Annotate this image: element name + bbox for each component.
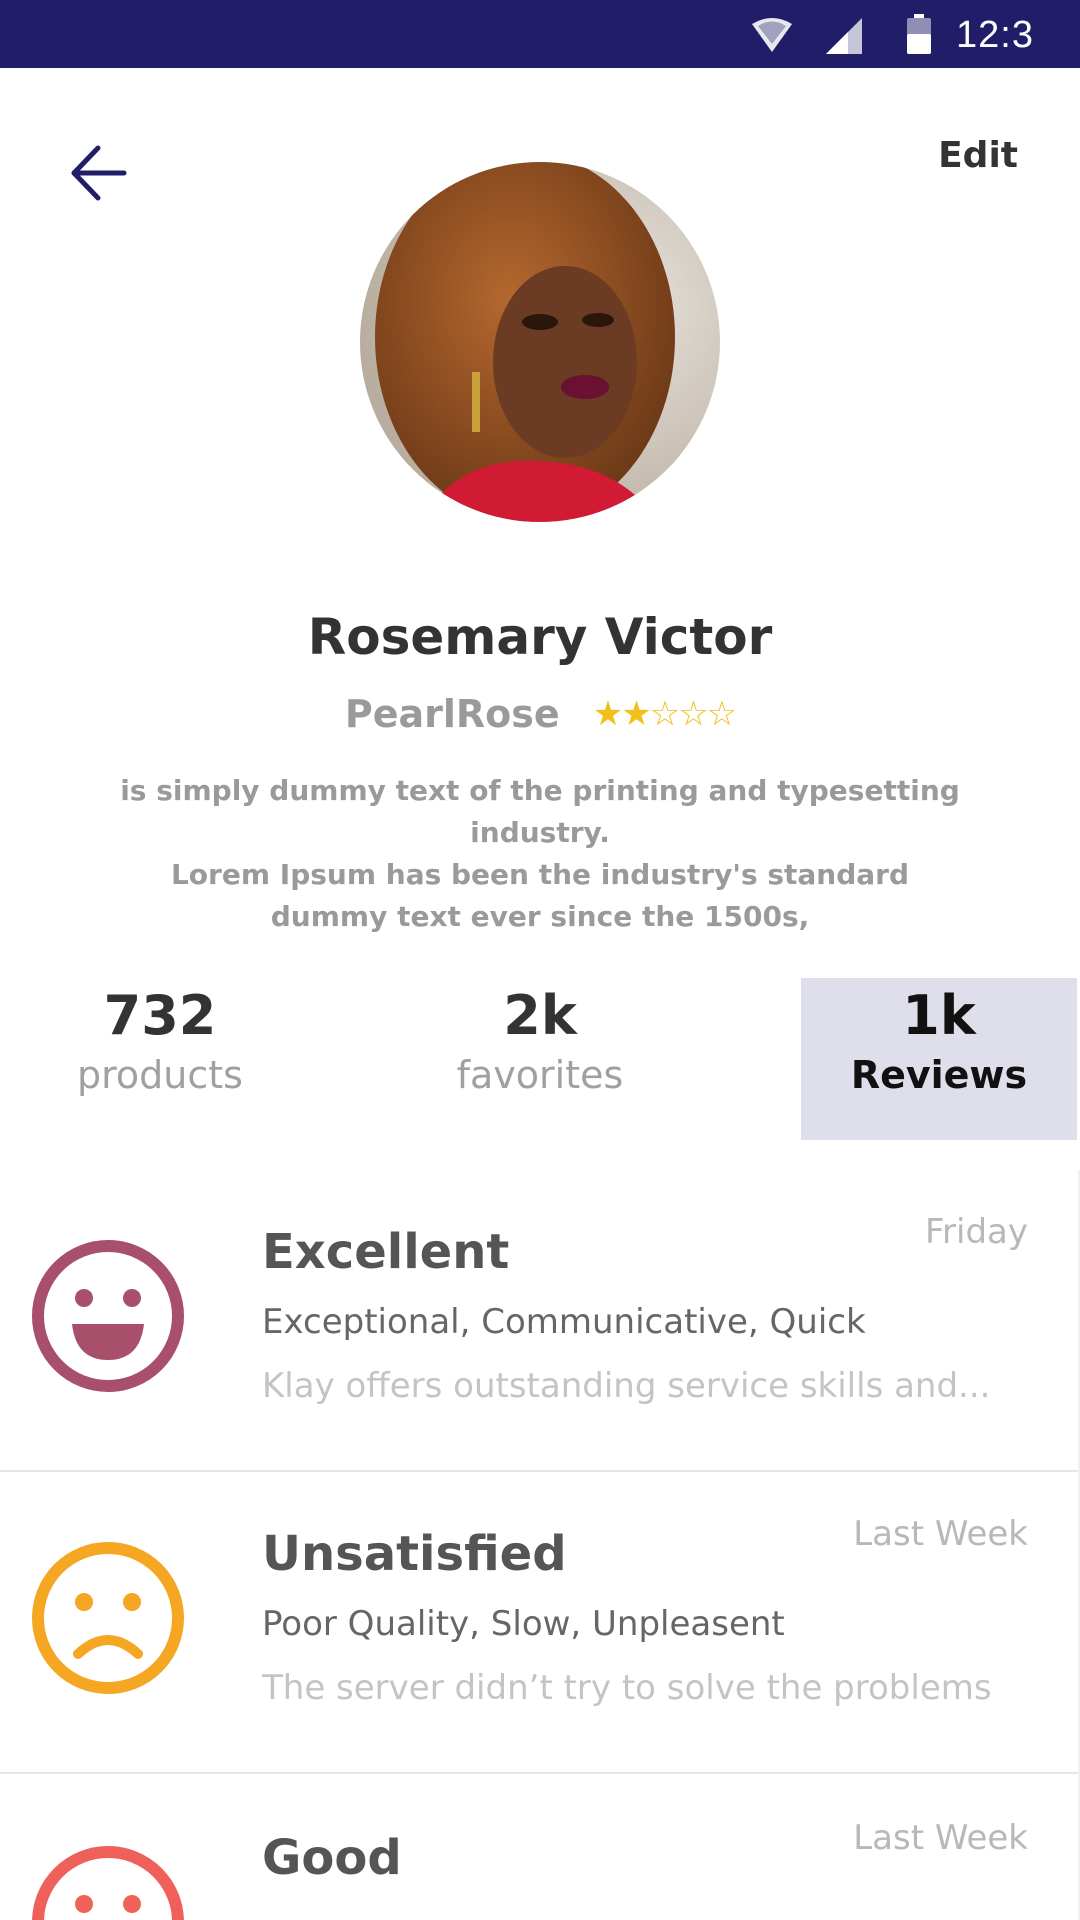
avatar — [360, 162, 720, 522]
review-title: Unsatisfied — [262, 1526, 567, 1582]
smiley-happy-icon — [32, 1240, 184, 1392]
review-item[interactable]: Good Last Week — [0, 1776, 1078, 1920]
reviews-count: 1k — [902, 984, 976, 1047]
review-title: Good — [262, 1830, 402, 1886]
review-title: Excellent — [262, 1224, 510, 1280]
review-date: Last Week — [853, 1514, 1028, 1554]
smiley-sad-icon — [32, 1542, 184, 1694]
products-label: products — [77, 1053, 243, 1097]
review-item[interactable]: Unsatisfied Poor Quality, Slow, Unplease… — [0, 1472, 1078, 1774]
reviews-label: Reviews — [850, 1053, 1028, 1097]
favorites-label: favorites — [456, 1053, 624, 1097]
star-empty-icon: ☆ — [706, 694, 738, 734]
username: PearlRose — [344, 692, 560, 736]
star-filled-icon: ★ — [621, 694, 652, 734]
edit-button[interactable]: Edit — [938, 135, 1018, 176]
star-empty-icon: ☆ — [678, 694, 709, 734]
review-tags: Exceptional, Communicative, Quick — [262, 1302, 866, 1342]
wifi-icon — [752, 18, 792, 52]
tab-reviews[interactable]: 1k Reviews — [801, 978, 1077, 1140]
smiley-icon — [32, 1846, 184, 1920]
tab-favorites[interactable]: 2k favorites — [420, 978, 660, 1140]
bio-line: dummy text ever since the 1500s, — [270, 900, 810, 933]
star-empty-icon: ☆ — [649, 694, 681, 734]
rating-stars: ★★☆☆☆ — [592, 694, 738, 734]
review-summary: Klay offers outstanding service skills a… — [262, 1366, 991, 1406]
review-date: Friday — [924, 1212, 1028, 1252]
review-summary: The server didn’t try to solve the probl… — [262, 1668, 992, 1708]
products-count: 732 — [103, 984, 217, 1047]
star-filled-icon: ★ — [592, 694, 624, 734]
signal-icon — [826, 18, 862, 54]
review-date: Last Week — [853, 1818, 1028, 1858]
battery-icon — [907, 14, 931, 54]
profile-bio: is simply dummy text of the printing and… — [60, 770, 1020, 938]
username-row: PearlRose ★★☆☆☆ — [0, 692, 1080, 736]
review-tags: Poor Quality, Slow, Unpleasent — [262, 1604, 785, 1644]
arrow-left-icon — [71, 145, 127, 201]
tab-products[interactable]: 732 products — [40, 978, 280, 1140]
status-time: 12:3 — [956, 14, 1034, 56]
profile-name: Rosemary Victor — [307, 608, 773, 666]
bio-line: is simply dummy text of the printing and… — [120, 774, 960, 849]
status-bar: 12:3 — [0, 0, 1080, 68]
review-item[interactable]: Excellent Exceptional, Communicative, Qu… — [0, 1170, 1078, 1472]
back-button[interactable] — [66, 138, 136, 208]
favorites-count: 2k — [503, 984, 577, 1047]
bio-line: Lorem Ipsum has been the industry's stan… — [170, 858, 910, 891]
